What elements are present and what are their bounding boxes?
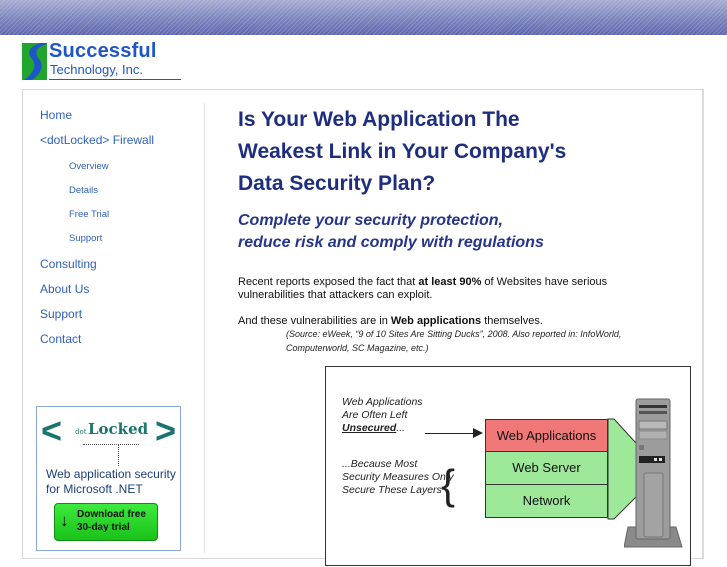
angle-right-icon: > xyxy=(154,410,176,451)
intro-paragraph: Recent reports exposed the fact that at … xyxy=(238,276,607,302)
dotlocked-name: Locked xyxy=(88,420,149,438)
nav-subitem-support[interactable]: Support xyxy=(69,233,102,244)
logo-company-name: Successful xyxy=(49,40,157,62)
vuln-text-bold: Web applications xyxy=(390,315,482,327)
ad-tagline: Web application security for Microsoft .… xyxy=(46,467,186,497)
down-arrow-icon: ↓ xyxy=(60,511,69,530)
page-subtitle: Complete your security protection, reduc… xyxy=(238,210,544,254)
page-title-line3: Data Security Plan? xyxy=(238,172,436,195)
intro-text-bold: at least 90% xyxy=(418,276,482,288)
page-title-line1: Is Your Web Application The xyxy=(238,108,520,131)
layer-web-applications-label: Web Applications xyxy=(496,428,597,443)
page-title-line2: Weakest Link in Your Company's xyxy=(238,140,567,163)
layer-web-server: Web Server xyxy=(485,451,608,485)
logo-underline xyxy=(49,79,181,80)
layer-network-label: Network xyxy=(522,493,571,508)
download-trial-label: Download free 30-day trial xyxy=(77,508,146,534)
nav-item-dotlocked-firewall[interactable]: <dotLocked> Firewall xyxy=(40,133,154,147)
page-subtitle-line2: reduce risk and comply with regulations xyxy=(238,234,544,251)
dotlocked-ad-banner[interactable]: < dot Locked > Web application security … xyxy=(36,406,181,551)
nav-item-support[interactable]: Support xyxy=(40,307,82,321)
layer-network: Network xyxy=(485,484,608,518)
page-title: Is Your Web Application The Weakest Link… xyxy=(238,104,566,200)
download-trial-button[interactable]: ↓ Download free 30-day trial xyxy=(54,503,158,541)
security-layers-diagram: Web Applications Are Often Left Unsecure… xyxy=(325,366,691,566)
nav-subitem-overview[interactable]: Overview xyxy=(69,161,109,172)
source-citation-line2: Computerworld, SC Magazine, etc.) xyxy=(286,343,429,353)
nav-subitem-details[interactable]: Details xyxy=(69,185,98,196)
vuln-text-start: And these vulnerabilities are in xyxy=(238,315,391,327)
angle-left-icon: < xyxy=(41,410,63,451)
dotlocked-logo: < dot Locked > xyxy=(37,410,182,466)
intro-text-start: Recent reports exposed the fact that xyxy=(238,276,419,288)
header-banner xyxy=(0,0,727,35)
intro-text-line2: vulnerabilities that attackers can explo… xyxy=(238,289,433,301)
ad-tagline-line1: Web application security xyxy=(46,467,176,481)
intro-text-end: of Websites have serious xyxy=(481,276,608,288)
dotlocked-prefix: dot xyxy=(75,428,87,436)
layer-web-applications: Web Applications xyxy=(485,419,608,452)
ad-tagline-line2: for Microsoft .NET xyxy=(46,482,143,496)
download-trial-label-line2: 30-day trial xyxy=(77,522,130,533)
page-subtitle-line1: Complete your security protection, xyxy=(238,212,503,229)
sidebar-divider xyxy=(204,103,205,553)
logo-s-icon xyxy=(22,43,47,80)
layer-web-server-label: Web Server xyxy=(512,460,581,475)
server-tower-icon xyxy=(624,398,683,548)
source-citation: (Source: eWeek, “9 of 10 Sites Are Sitti… xyxy=(286,327,621,355)
dotted-connector xyxy=(118,444,119,466)
logo-company-suffix: Technology, Inc. xyxy=(50,62,143,77)
dotted-line xyxy=(83,444,139,445)
vuln-text-end: themselves. xyxy=(481,315,543,327)
nav-subitem-free-trial[interactable]: Free Trial xyxy=(69,209,109,220)
nav-item-consulting[interactable]: Consulting xyxy=(40,257,97,271)
download-trial-label-line1: Download free xyxy=(77,509,146,520)
nav-item-contact[interactable]: Contact xyxy=(40,332,81,346)
source-citation-line1: (Source: eWeek, “9 of 10 Sites Are Sitti… xyxy=(286,329,622,339)
nav-item-home[interactable]: Home xyxy=(40,108,72,122)
nav-item-about-us[interactable]: About Us xyxy=(40,282,89,296)
